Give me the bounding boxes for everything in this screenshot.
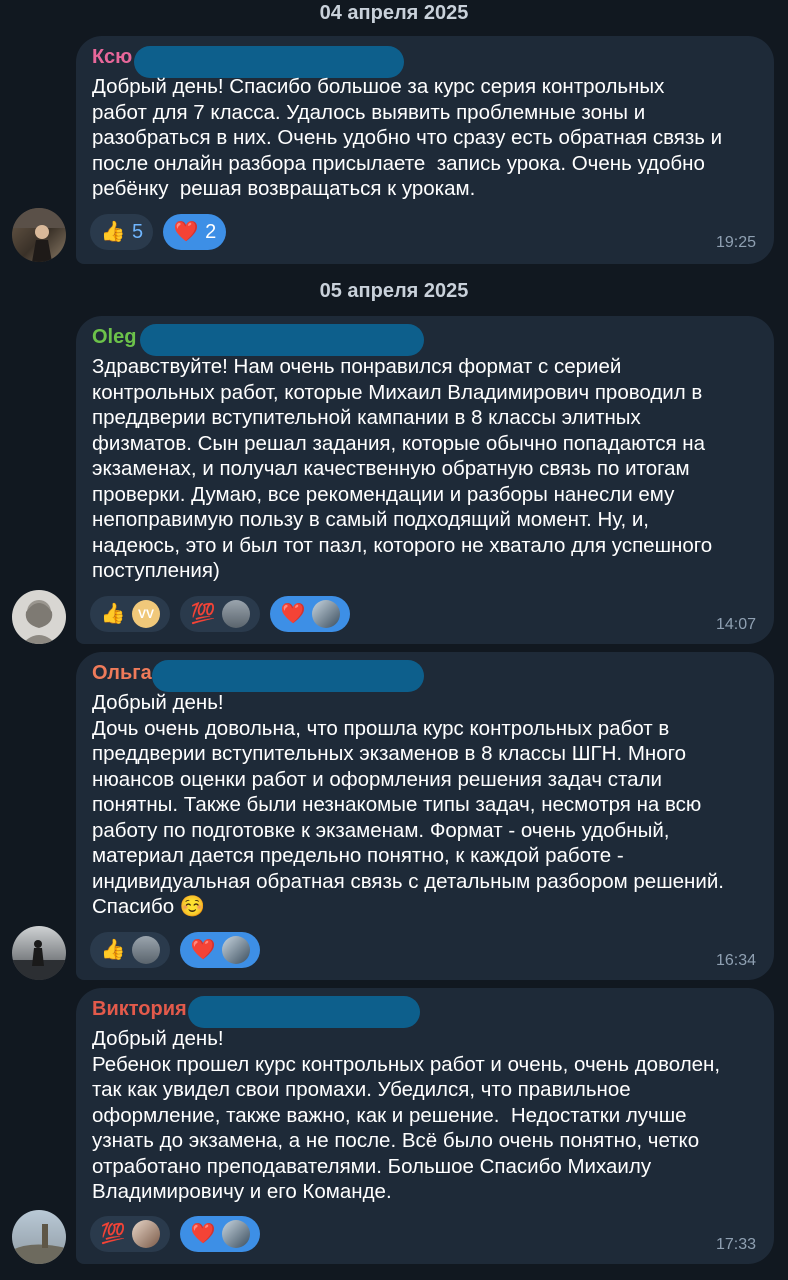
reaction-hundred[interactable]: 💯: [180, 596, 260, 632]
red-heart-icon: ❤️: [190, 939, 216, 961]
avatar[interactable]: [12, 590, 66, 644]
message-text: Добрый день! Спасибо большое за курс сер…: [92, 75, 723, 200]
message-time: 17:33: [715, 1236, 756, 1253]
reactor-avatar: [222, 600, 250, 628]
reaction-heart[interactable]: ❤️: [270, 596, 350, 632]
thumbs-up-icon: 👍: [100, 603, 126, 625]
red-heart-icon: ❤️: [173, 221, 199, 243]
avatar[interactable]: [12, 926, 66, 980]
message-text: Здравствуйте! Нам очень понравился форма…: [92, 355, 713, 582]
message-bubble[interactable]: Ольга Добрый день! Дочь очень довольна, …: [76, 652, 774, 980]
message-bubble[interactable]: Oleg Здравствуйте! Нам очень понравился …: [76, 316, 774, 644]
sender-name[interactable]: Ксю: [92, 46, 132, 69]
reactor-avatar: VV: [132, 600, 160, 628]
reaction-thumbs-up[interactable]: 👍 5: [90, 214, 154, 250]
reaction-thumbs-up[interactable]: 👍: [90, 932, 170, 968]
red-heart-icon: ❤️: [280, 603, 306, 625]
redacted-surname: [152, 660, 424, 692]
reactions-bar: 💯 ❤️: [90, 1216, 260, 1252]
redacted-surname: [140, 324, 424, 356]
reactor-avatar: [222, 936, 250, 964]
message-bubble[interactable]: Ксю Добрый день! Спасибо большое за курс…: [76, 36, 774, 264]
message-bubble[interactable]: Виктория Добрый день! Ребенок прошел кур…: [76, 988, 774, 1264]
reaction-count: 2: [205, 220, 217, 243]
reactions-bar: 👍 VV 💯 ❤️: [90, 596, 350, 632]
message-time: 14:07: [715, 616, 756, 633]
avatar[interactable]: [12, 208, 66, 262]
reactor-avatar: [222, 1220, 250, 1248]
avatar[interactable]: [12, 1210, 66, 1264]
reactor-avatar: [132, 936, 160, 964]
hundred-points-icon: 💯: [190, 603, 216, 625]
reactions-bar: 👍 5 ❤️ 2: [90, 214, 227, 250]
message-text: Добрый день! Ребенок прошел курс контрол…: [92, 1027, 721, 1203]
redacted-surname: [188, 996, 420, 1028]
date-separator: 04 апреля 2025: [319, 2, 469, 24]
hundred-points-icon: 💯: [100, 1223, 126, 1245]
reaction-hundred[interactable]: 💯: [90, 1216, 170, 1252]
reactions-bar: 👍 ❤️: [90, 932, 260, 968]
sender-name[interactable]: Ольга: [92, 662, 152, 685]
reaction-heart[interactable]: ❤️: [180, 932, 260, 968]
reactor-avatar: [312, 600, 340, 628]
reaction-heart[interactable]: ❤️: [180, 1216, 260, 1252]
message-text: Добрый день! Дочь очень довольна, что пр…: [92, 691, 724, 918]
reactor-avatar: [132, 1220, 160, 1248]
sender-name[interactable]: Oleg: [92, 326, 136, 349]
sender-name[interactable]: Виктория: [92, 998, 187, 1021]
reaction-heart[interactable]: ❤️ 2: [163, 214, 227, 250]
thumbs-up-icon: 👍: [100, 939, 126, 961]
reaction-thumbs-up[interactable]: 👍 VV: [90, 596, 170, 632]
message-time: 16:34: [715, 952, 756, 969]
red-heart-icon: ❤️: [190, 1223, 216, 1245]
reaction-count: 5: [132, 220, 144, 243]
message-time: 19:25: [715, 234, 756, 251]
date-separator: 05 апреля 2025: [319, 280, 469, 302]
thumbs-up-icon: 👍: [100, 221, 126, 243]
